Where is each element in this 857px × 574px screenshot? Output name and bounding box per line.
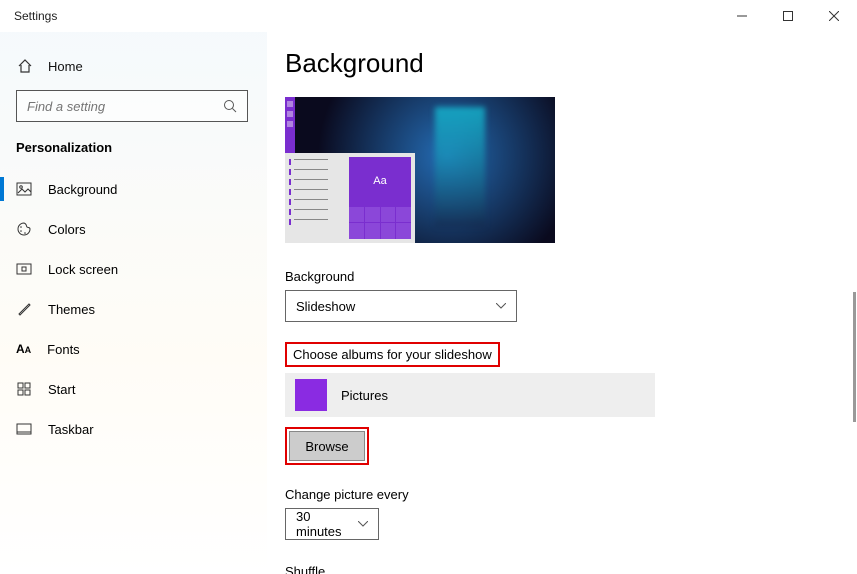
window-controls [719,0,857,32]
shuffle-label: Shuffle [285,564,857,574]
sidebar-item-themes[interactable]: Themes [0,289,267,329]
background-value: Slideshow [296,299,355,314]
window-title: Settings [14,9,57,23]
start-icon [16,381,32,397]
brush-icon [16,301,32,317]
change-interval-value: 30 minutes [296,509,358,539]
search-input-wrap[interactable] [16,90,248,122]
chevron-down-icon [358,521,368,527]
image-icon [16,181,32,197]
close-button[interactable] [811,0,857,32]
sidebar-item-label: Colors [48,222,86,237]
annotation-highlight-albums: Choose albums for your slideshow [285,342,500,367]
preview-tile-text: Aa [349,157,411,206]
sidebar-item-label: Themes [48,302,95,317]
album-item[interactable]: Pictures [285,373,655,417]
sidebar-item-colors[interactable]: Colors [0,209,267,249]
albums-label: Choose albums for your slideshow [293,347,492,362]
search-icon [223,99,237,113]
sidebar-item-start[interactable]: Start [0,369,267,409]
content-area: Background Aa Background Slideshow [267,32,857,574]
home-icon [16,58,34,74]
page-title: Background [285,48,857,79]
sidebar-item-label: Background [48,182,117,197]
album-thumbnail [295,379,327,411]
search-input[interactable] [27,99,217,114]
scrollbar[interactable] [845,32,857,574]
sidebar-home[interactable]: Home [0,46,267,86]
album-name: Pictures [341,388,388,403]
sidebar-item-label: Start [48,382,75,397]
change-picture-label: Change picture every [285,487,857,502]
minimize-button[interactable] [719,0,765,32]
maximize-button[interactable] [765,0,811,32]
sidebar-item-lockscreen[interactable]: Lock screen [0,249,267,289]
desktop-preview: Aa [285,97,555,243]
sidebar: Home Personalization Background Colors [0,32,267,574]
sidebar-item-label: Lock screen [48,262,118,277]
sidebar-home-label: Home [48,59,83,74]
chevron-down-icon [496,303,506,309]
scrollbar-thumb[interactable] [853,292,856,422]
fonts-icon: AA [16,342,31,356]
change-interval-dropdown[interactable]: 30 minutes [285,508,379,540]
sidebar-item-background[interactable]: Background [0,169,267,209]
background-dropdown[interactable]: Slideshow [285,290,517,322]
background-label: Background [285,269,857,284]
sidebar-item-label: Taskbar [48,422,94,437]
preview-startmenu: Aa [285,153,415,243]
sidebar-item-taskbar[interactable]: Taskbar [0,409,267,449]
palette-icon [16,221,32,237]
taskbar-icon [16,421,32,437]
sidebar-item-fonts[interactable]: AA Fonts [0,329,267,369]
sidebar-item-label: Fonts [47,342,80,357]
sidebar-category: Personalization [0,132,267,169]
lock-icon [16,261,32,277]
annotation-highlight-browse: Browse [285,427,369,465]
browse-button[interactable]: Browse [289,431,365,461]
titlebar: Settings [0,0,857,32]
